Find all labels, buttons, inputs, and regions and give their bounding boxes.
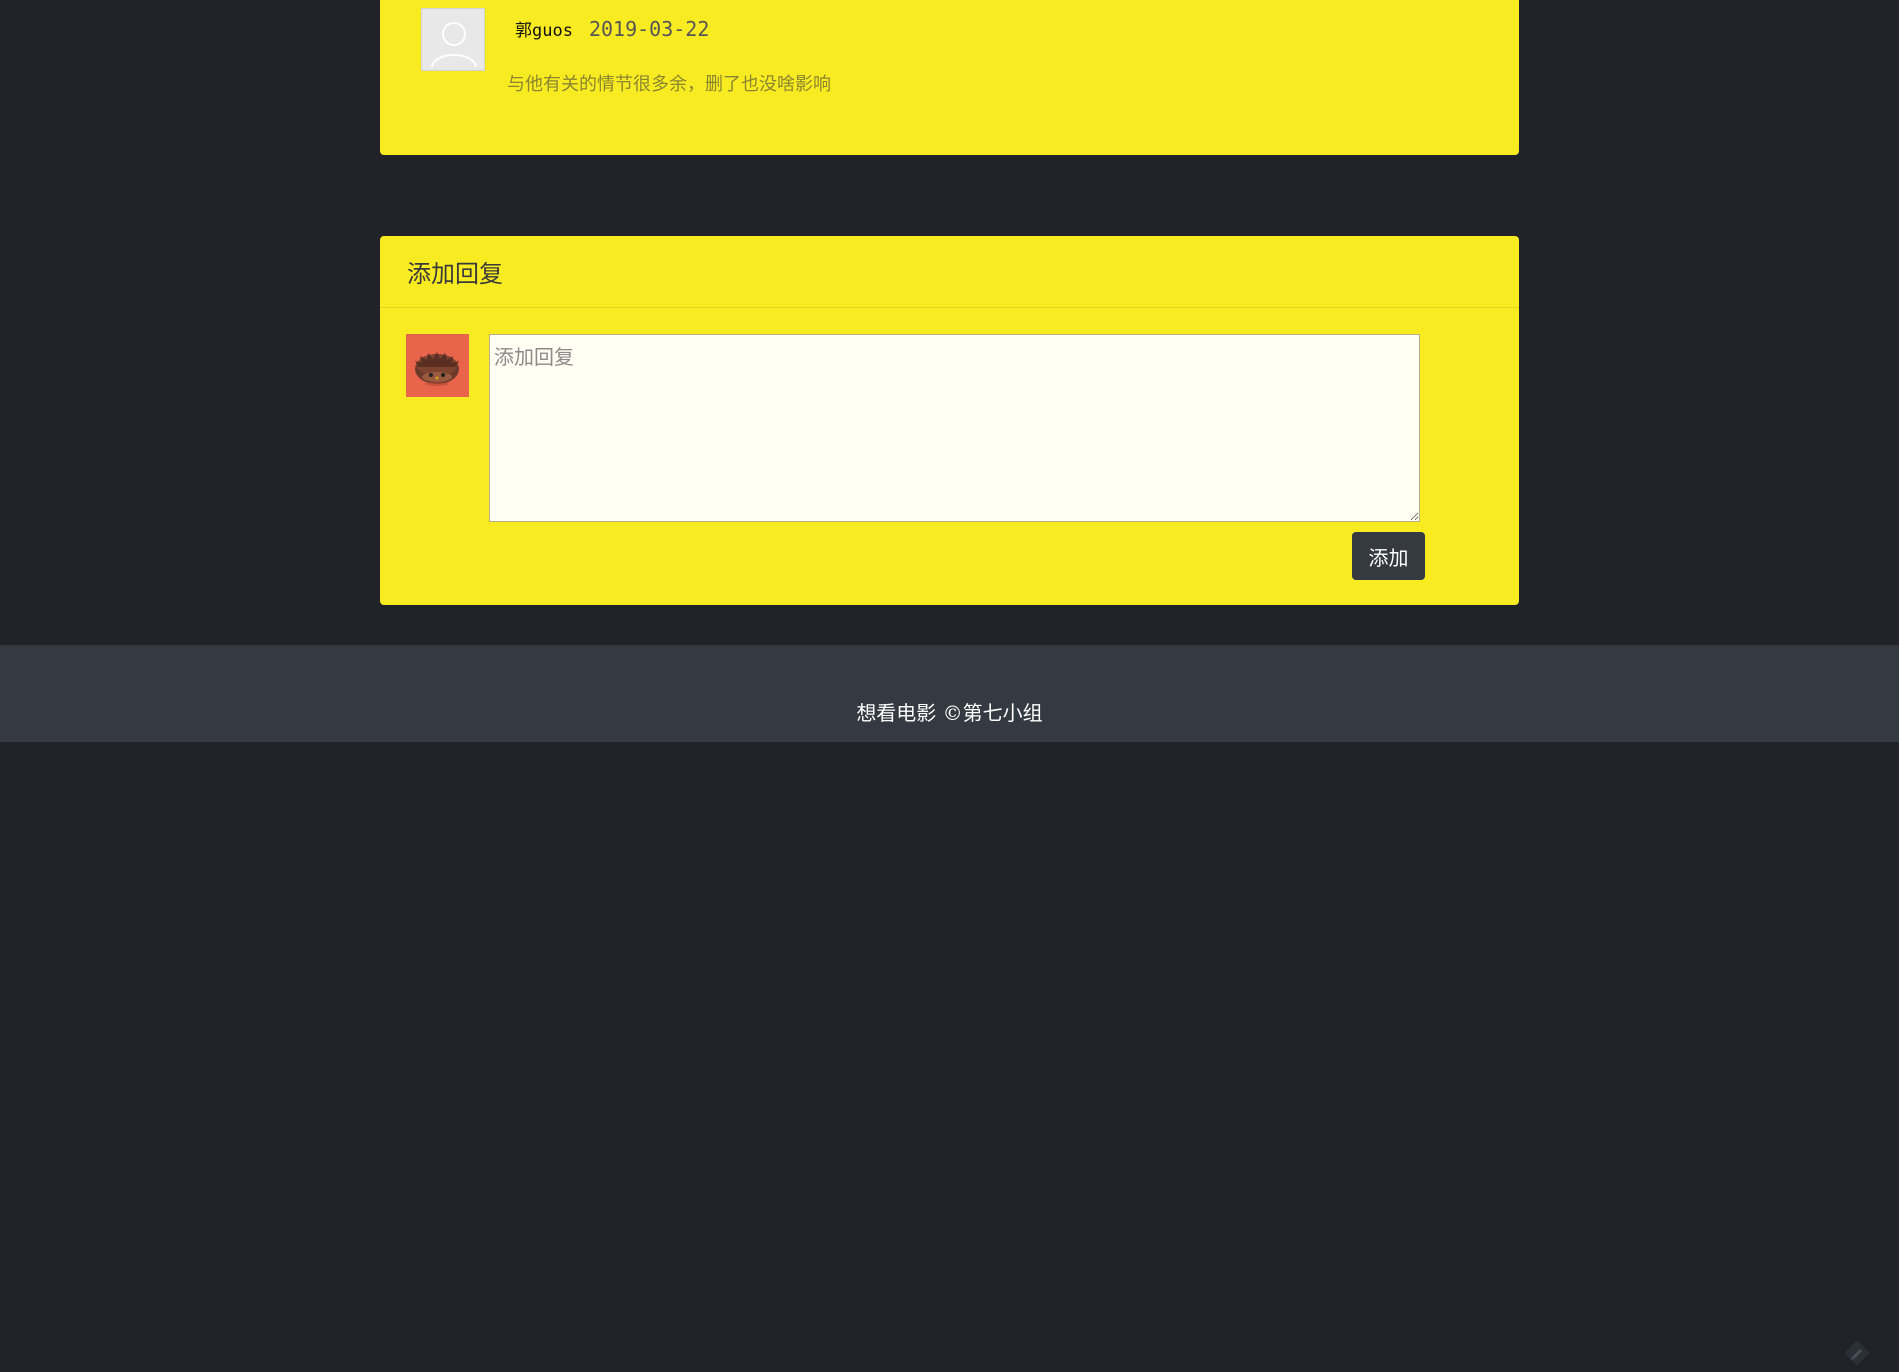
footer: 想看电影 ©第七小组 <box>0 645 1899 1365</box>
reply-title: 添加回复 <box>407 260 503 288</box>
comment-text: 与他有关的情节很多余，删了也没啥影响 <box>507 74 831 95</box>
pencil-feedback-icon[interactable] <box>1842 1338 1872 1368</box>
comment-meta: 郭guos 2019-03-22 <box>515 16 709 41</box>
add-reply-card: 添加回复 添加 <box>380 236 1519 605</box>
comment-date: 2019-03-22 <box>588 17 710 41</box>
user-avatar <box>406 334 469 397</box>
add-reply-button[interactable]: 添加 <box>1352 532 1425 580</box>
hedgehog-avatar-icon <box>406 334 469 397</box>
reply-header: 添加回复 <box>380 236 1519 308</box>
comment-card: 郭guos 2019-03-22 与他有关的情节很多余，删了也没啥影响 <box>380 0 1519 155</box>
comment-author[interactable]: 郭guos <box>515 16 573 41</box>
footer-text: 想看电影 ©第七小组 <box>856 701 1043 725</box>
reply-textarea[interactable] <box>489 334 1420 522</box>
default-avatar-icon <box>421 8 485 71</box>
